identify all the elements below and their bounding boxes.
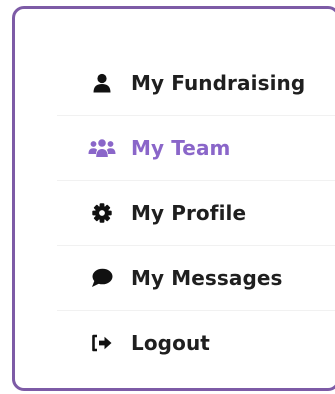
menu-item-logout[interactable]: Logout [57, 311, 335, 375]
gear-icon [87, 202, 117, 224]
account-menu: My Fundraising My Team My Profile My Mes… [57, 51, 335, 375]
account-menu-panel: My Fundraising My Team My Profile My Mes… [12, 6, 335, 391]
menu-item-my-team[interactable]: My Team [57, 116, 335, 181]
menu-item-my-profile[interactable]: My Profile [57, 181, 335, 246]
users-icon [87, 137, 117, 159]
menu-item-my-fundraising[interactable]: My Fundraising [57, 51, 335, 116]
user-icon [87, 72, 117, 94]
comment-icon [87, 267, 117, 289]
menu-item-my-messages[interactable]: My Messages [57, 246, 335, 311]
menu-item-label: Logout [131, 331, 210, 355]
menu-item-label: My Profile [131, 201, 247, 225]
menu-item-label: My Fundraising [131, 71, 306, 95]
logout-icon [87, 332, 117, 354]
menu-item-label: My Team [131, 136, 231, 160]
menu-item-label: My Messages [131, 266, 283, 290]
